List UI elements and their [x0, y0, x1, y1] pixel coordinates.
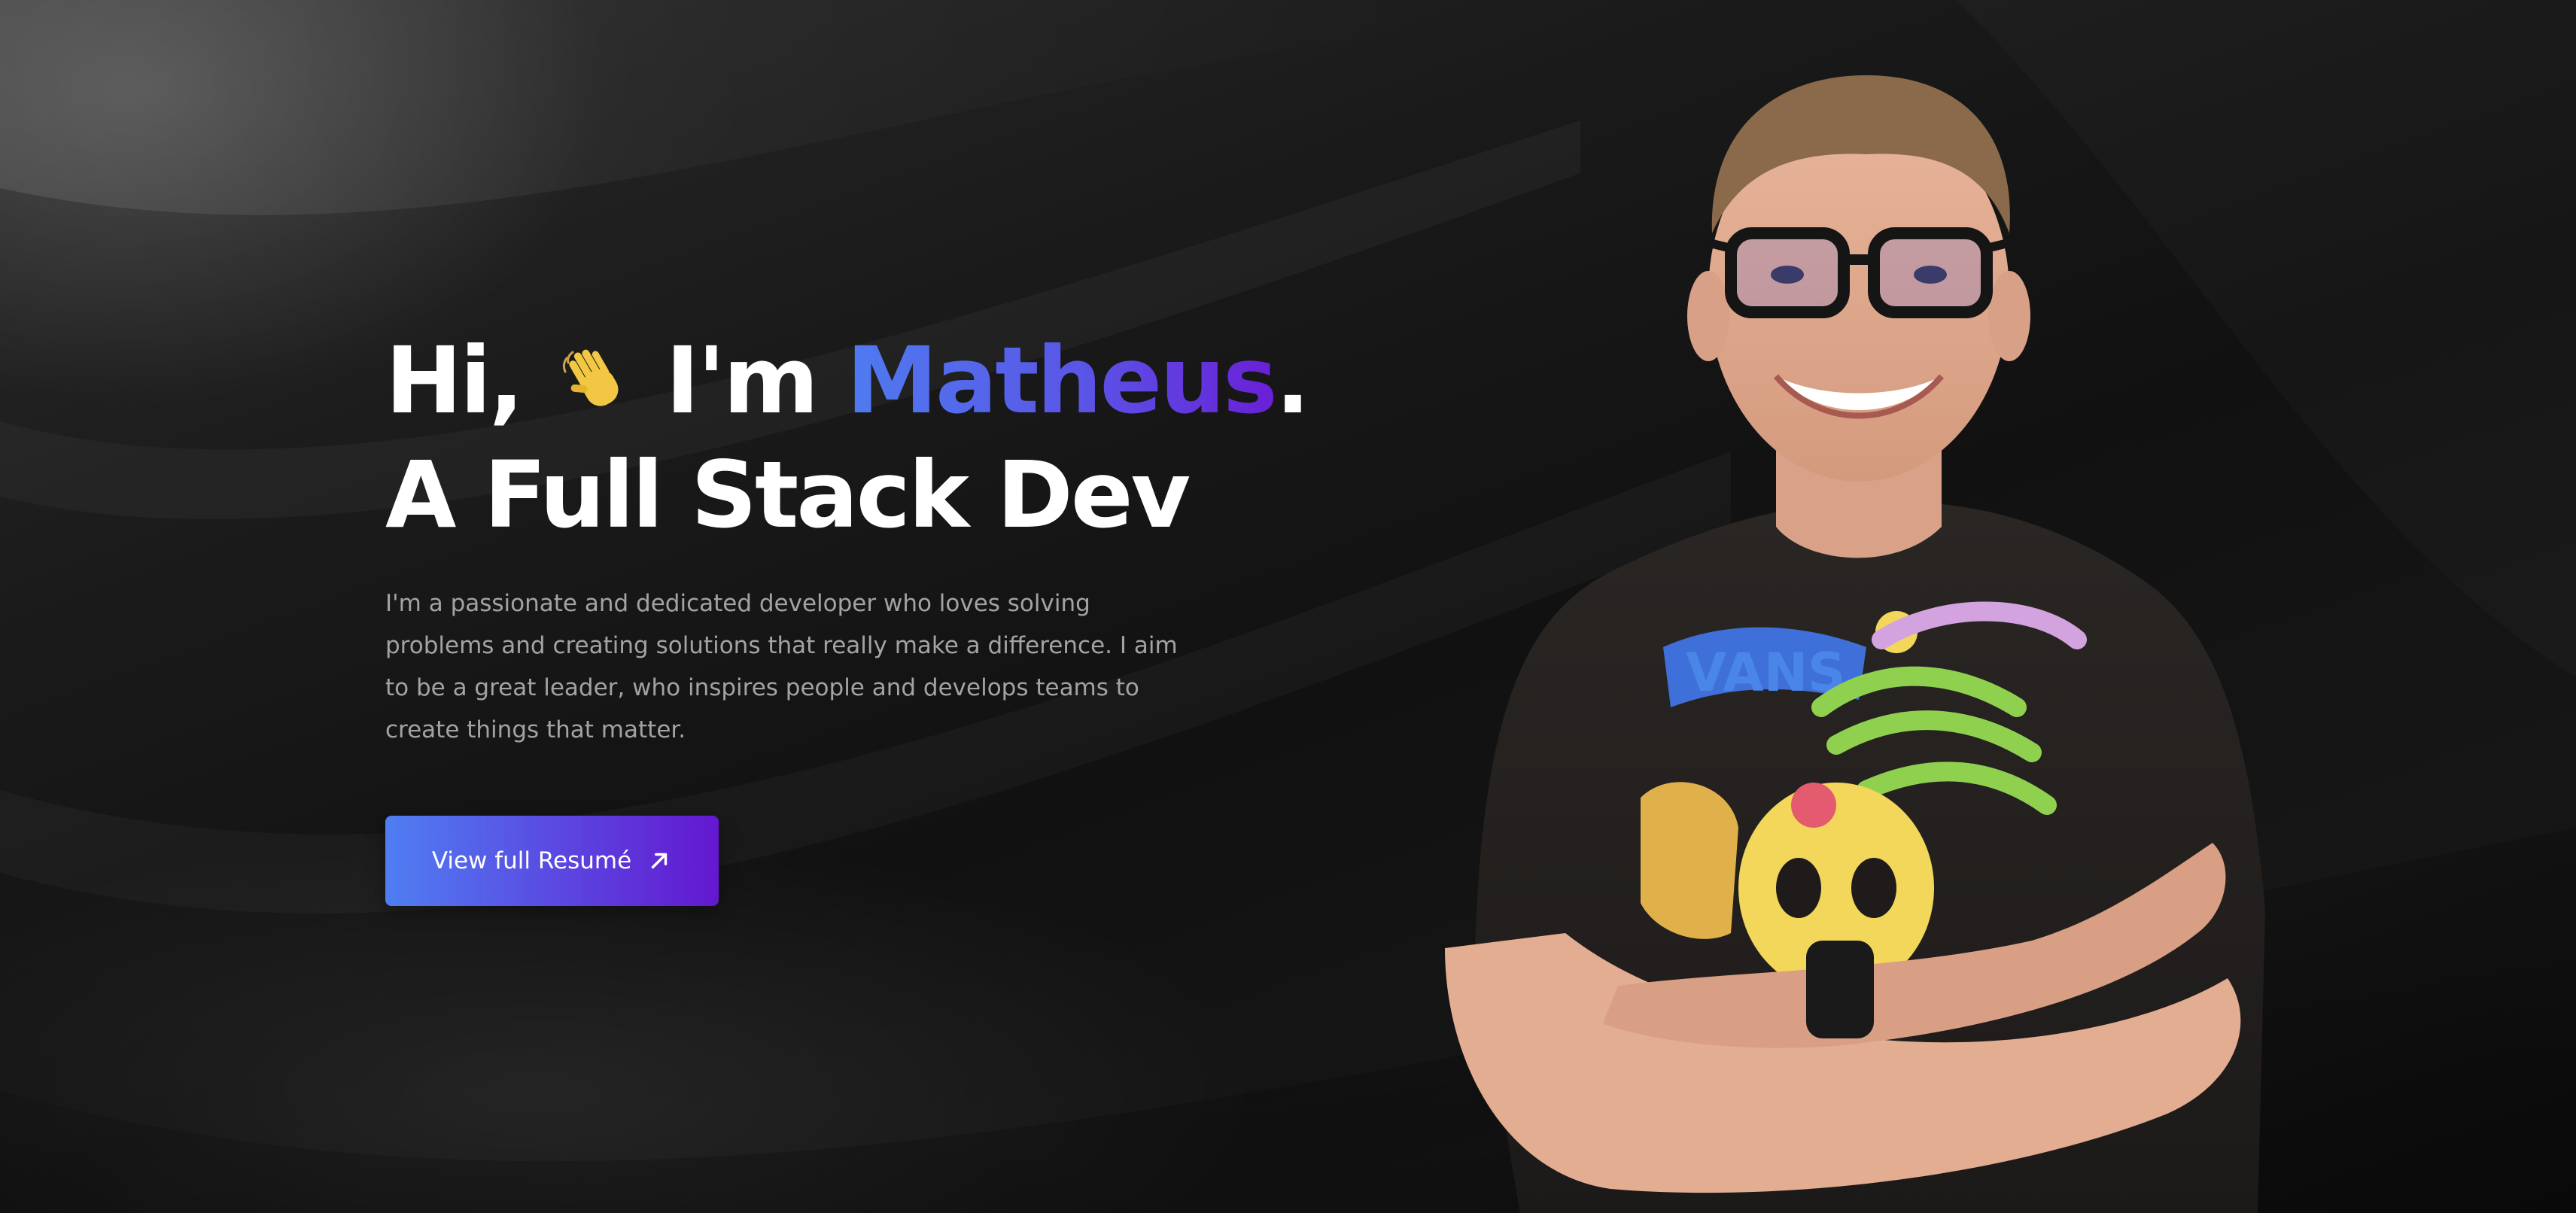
role-text: A Full Stack Dev — [385, 442, 1191, 549]
hero-section: Hi, I'm Matheus. A Full Stack Dev I'm a … — [0, 0, 2576, 1213]
greeting-text: Hi, — [385, 327, 524, 434]
profile-photo: VANS — [1445, 75, 2265, 1213]
shirt-graphic-text: VANS — [1686, 642, 1846, 704]
headline-period: . — [1275, 327, 1310, 434]
waving-hand-icon — [562, 349, 619, 406]
view-resume-label: View full Resumé — [431, 847, 632, 874]
hero-description: I'm a passionate and dedicated developer… — [385, 590, 1178, 743]
arrow-up-right-icon — [651, 853, 668, 869]
intro-text: I'm — [665, 327, 819, 434]
name-highlight: Matheus — [846, 327, 1278, 434]
hero-content: Hi, I'm Matheus. A Full Stack Dev I'm a … — [385, 324, 1310, 906]
view-resume-button[interactable]: View full Resumé — [385, 816, 719, 906]
hero-headline: Hi, I'm Matheus. A Full Stack Dev — [385, 324, 1310, 552]
